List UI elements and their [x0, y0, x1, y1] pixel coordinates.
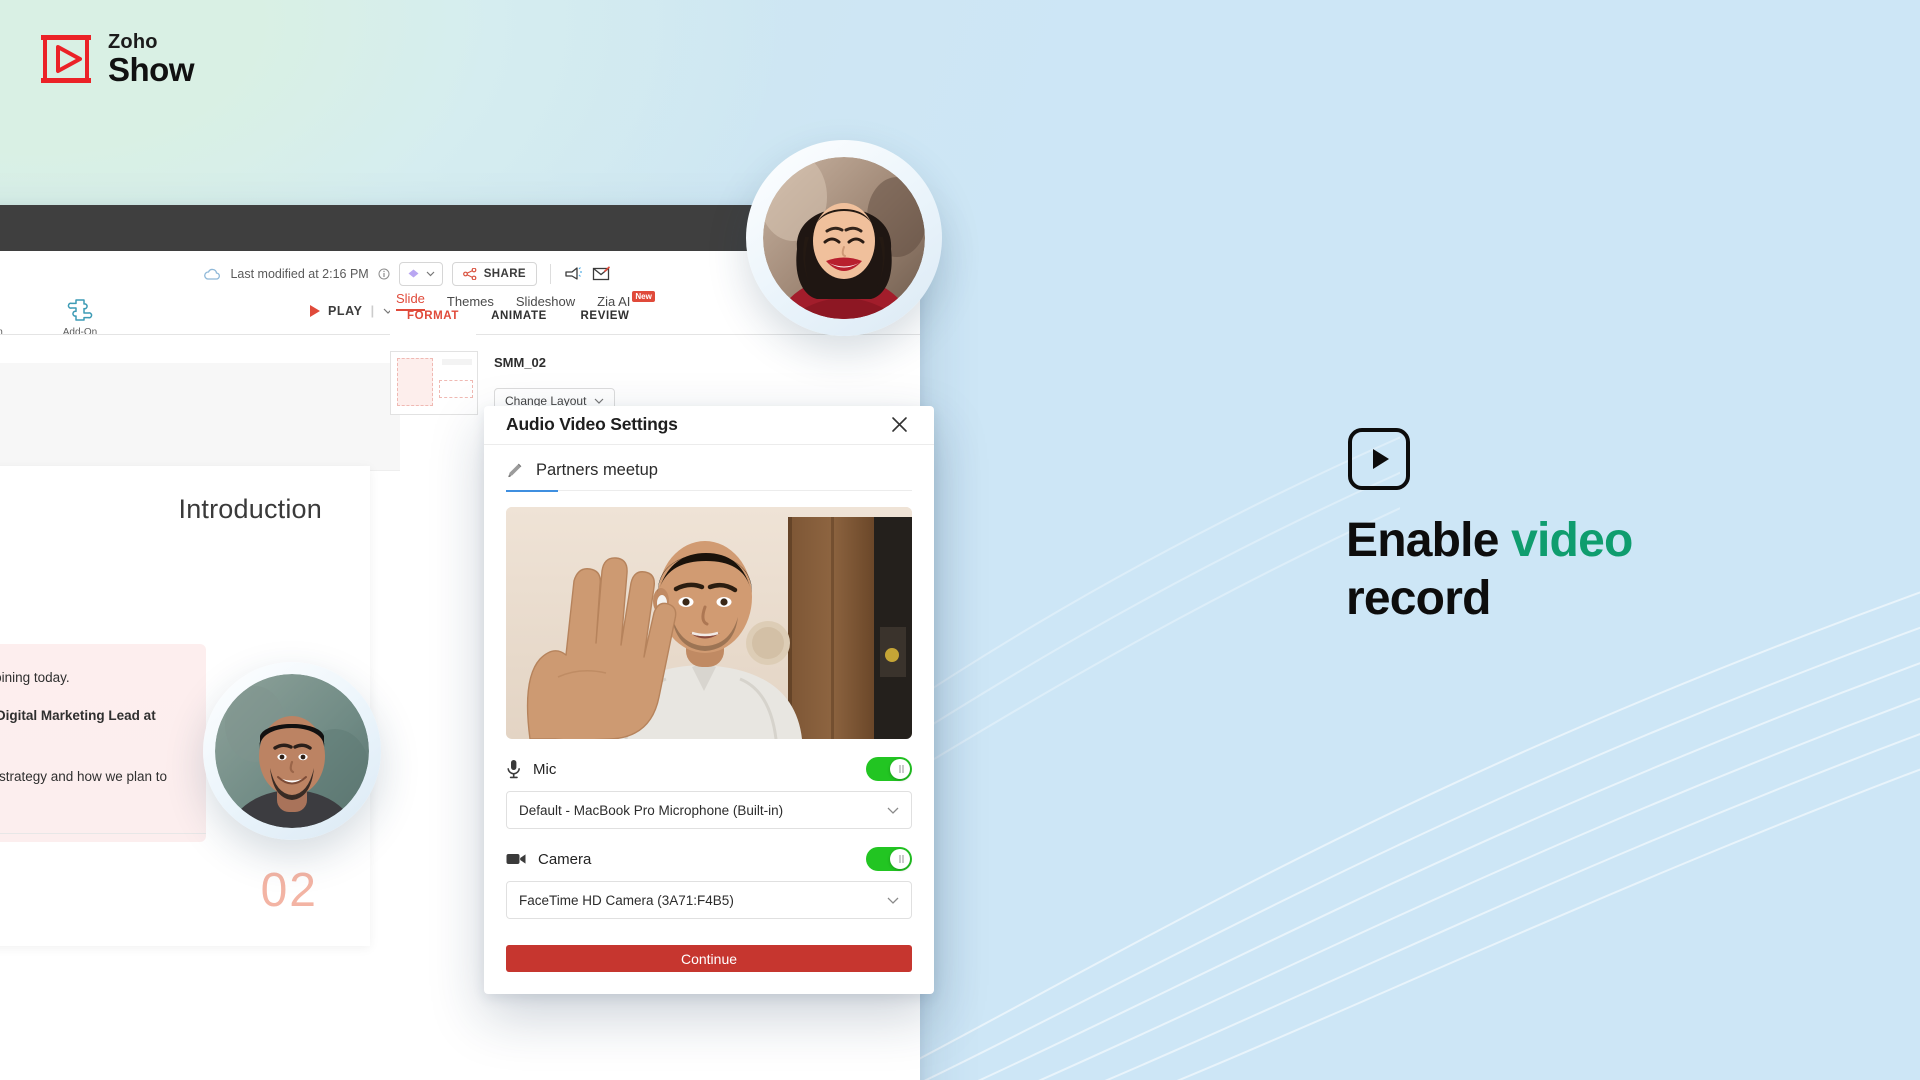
logo-text-show: Show [108, 51, 195, 88]
camera-label-group: Camera [506, 851, 591, 868]
headline-part1: Enable [1346, 514, 1512, 567]
notes-line-3: Today I'll be sharing our Social Media s… [0, 768, 168, 784]
chevron-down-icon [887, 807, 899, 814]
document-status-bar: Last modified at 2:16 PM SHARE [204, 262, 612, 286]
dialog-body: Mic Default - MacBook Pro Microphone (Bu… [484, 491, 934, 920]
notes-line-1: Hello everyone and thank you all for joi… [0, 670, 70, 685]
slide-presenter-avatar [215, 674, 369, 828]
headline-part2: record [1346, 571, 1491, 625]
video-camera-icon [506, 854, 526, 865]
avatar [763, 157, 925, 319]
dialog-header: Audio Video Settings [484, 406, 934, 445]
subtab-themes[interactable]: Themes [447, 294, 494, 309]
camera-toggle[interactable] [866, 847, 912, 872]
play-label: PLAY [328, 304, 363, 318]
mail-edit-icon[interactable] [592, 266, 612, 282]
mic-label: Mic [533, 760, 557, 778]
continue-button[interactable]: Continue [506, 945, 912, 972]
play-button[interactable]: PLAY | [310, 304, 393, 318]
info-icon[interactable] [378, 268, 390, 280]
page-root: Zoho Show Last modified at 2:16 PM SHARE… [0, 0, 1920, 1080]
mic-toggle-knob [890, 759, 910, 780]
recording-name: Partners meetup [536, 460, 658, 479]
microphone-icon [507, 760, 520, 779]
toolbar-divider [550, 264, 551, 284]
last-modified-label: Last modified at 2:16 PM [230, 267, 369, 281]
mic-toggle[interactable] [866, 757, 912, 782]
left-panel-background [0, 363, 400, 471]
subtab-zia-ai[interactable]: Zia AI New [597, 290, 655, 309]
zoho-show-logo-mark [38, 33, 94, 85]
slide-notes-card: Hello everyone and thank you all for joi… [0, 644, 206, 842]
subtab-slide[interactable]: Slide [396, 291, 425, 311]
slide-divider [0, 833, 206, 834]
logo-text-zoho: Zoho [108, 31, 158, 53]
headline-highlight: video [1511, 514, 1633, 567]
play-square-icon [1348, 428, 1410, 490]
camera-preview [506, 507, 912, 740]
zoho-show-logo: Zoho Show [38, 31, 195, 88]
presenter-avatar [763, 157, 925, 319]
sub-tab-bar: Slide Themes Slideshow Zia AI New [396, 290, 655, 311]
mic-row: Mic [506, 757, 912, 782]
slide-layout-thumbnail[interactable] [390, 351, 478, 415]
marketing-headline: Enable video record [1346, 512, 1866, 627]
camera-toggle-knob [890, 849, 910, 870]
broadcast-icon[interactable] [564, 266, 583, 282]
recording-name-underline [506, 489, 912, 492]
chevron-down-icon [426, 271, 435, 277]
chevron-down-icon [594, 398, 604, 404]
recording-name-row[interactable]: Partners meetup [484, 445, 934, 480]
play-triangle-icon [1373, 449, 1389, 469]
share-nodes-icon [462, 268, 477, 280]
theme-selector-button[interactable] [398, 262, 443, 286]
dialog-title: Audio Video Settings [506, 414, 678, 435]
chevron-down-icon [887, 897, 899, 904]
cloud-sync-icon [204, 268, 221, 280]
layout-region-b [439, 380, 473, 398]
subtab-slideshow[interactable]: Slideshow [516, 294, 575, 309]
mic-device-value: Default - MacBook Pro Microphone (Built-… [519, 802, 784, 818]
mic-device-select[interactable]: Default - MacBook Pro Microphone (Built-… [506, 791, 912, 830]
audio-video-settings-dialog: Audio Video Settings Partners meetup Mic… [484, 406, 934, 994]
camera-label: Camera [538, 850, 592, 868]
share-button[interactable]: SHARE [451, 262, 537, 286]
mic-label-group: Mic [506, 759, 556, 779]
play-triangle-icon [310, 305, 320, 317]
slide-number: 02 [260, 864, 318, 917]
camera-device-value: FaceTime HD Camera (3A71:F4B5) [519, 892, 734, 908]
layout-region-a [397, 358, 433, 406]
subtab-zia-ai-label: Zia AI [597, 293, 631, 309]
camera-row: Camera [506, 847, 912, 872]
slide-title: Introduction [178, 494, 322, 524]
close-icon[interactable] [886, 412, 912, 438]
play-square-icon [41, 35, 91, 83]
notes-2-role: Digital Marketing Lead at this company. [0, 707, 156, 723]
avatar [215, 674, 369, 828]
layout-name: SMM_02 [494, 355, 547, 370]
new-badge: New [632, 290, 655, 302]
pencil-edit-icon[interactable] [506, 461, 524, 479]
camera-device-select[interactable]: FaceTime HD Camera (3A71:F4B5) [506, 881, 912, 920]
camera-preview-image [506, 507, 912, 740]
share-label: SHARE [483, 268, 526, 280]
layout-region-c [442, 359, 472, 365]
theme-swatch-icon [408, 269, 419, 277]
notes-line-2: My name is John Smith, and I'm the Digit… [0, 704, 180, 751]
